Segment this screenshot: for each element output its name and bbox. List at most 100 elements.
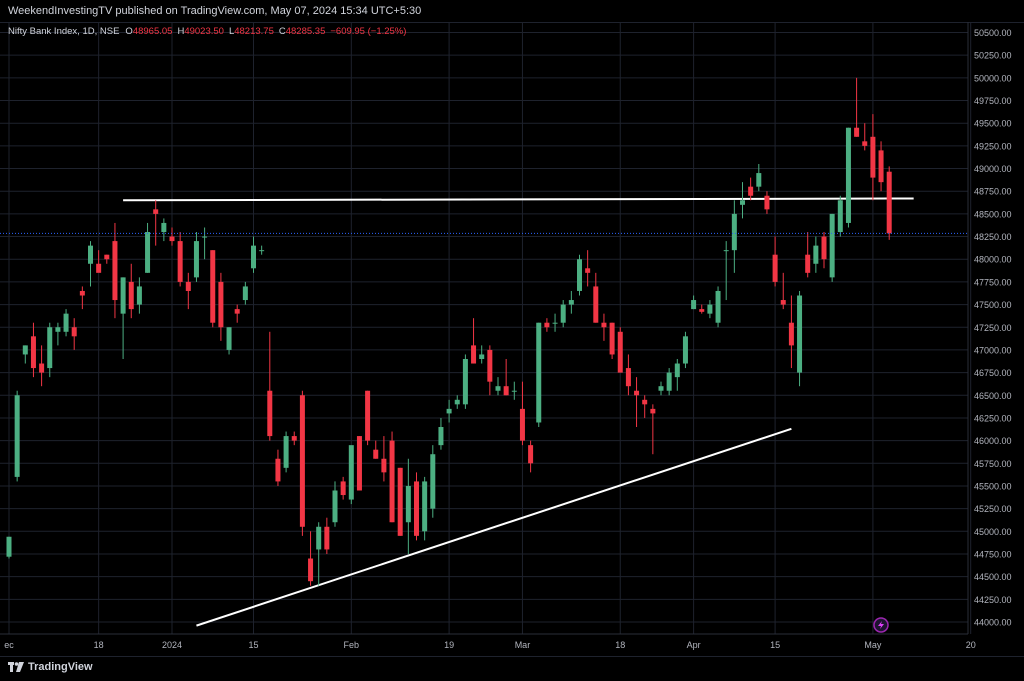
candle xyxy=(96,250,102,273)
candle-body xyxy=(511,390,517,392)
candle-body xyxy=(617,331,623,373)
candle xyxy=(577,254,582,296)
candle xyxy=(609,322,615,359)
candle-body xyxy=(731,213,737,251)
candle-body xyxy=(104,254,110,260)
candle xyxy=(780,272,786,310)
candle-body xyxy=(96,263,102,273)
candle-body xyxy=(585,268,591,273)
candle-body xyxy=(30,336,36,369)
trendlines[interactable] xyxy=(123,197,914,627)
y-tick-label: 44250.00 xyxy=(974,595,1012,605)
y-tick-label: 45250.00 xyxy=(974,504,1012,514)
candle-body xyxy=(373,449,379,459)
candle-body xyxy=(405,485,411,523)
candle-body xyxy=(536,322,542,423)
candle-body xyxy=(218,281,224,328)
candle xyxy=(870,114,876,201)
y-tick-label: 46500.00 xyxy=(974,391,1012,401)
price-axis[interactable]: 44000.00 44250.00 44500.00 44750.00 45000.00… xyxy=(967,22,1012,634)
candle-body xyxy=(161,222,167,233)
candle xyxy=(878,141,884,192)
candle xyxy=(519,381,525,446)
candle xyxy=(748,177,754,201)
candle-body xyxy=(438,427,444,446)
candle-body xyxy=(332,490,338,523)
candle xyxy=(283,431,289,473)
candle xyxy=(389,431,395,523)
candle xyxy=(39,345,45,387)
candle-body xyxy=(153,209,159,214)
candle xyxy=(511,381,517,400)
candle-body xyxy=(601,322,607,328)
candle xyxy=(682,331,688,369)
chart-grid xyxy=(0,22,972,634)
candle-body xyxy=(22,345,28,355)
candle xyxy=(202,227,208,260)
candle xyxy=(438,417,444,450)
candle-body xyxy=(275,458,281,482)
candle-body xyxy=(454,399,460,405)
candle-body xyxy=(193,241,199,278)
tradingview-logo[interactable]: TradingView xyxy=(8,661,93,673)
candle xyxy=(112,222,118,319)
candle-body xyxy=(650,408,656,414)
legend-close: 48285.35 xyxy=(286,26,326,37)
candle-body xyxy=(79,290,85,296)
candle-body xyxy=(658,386,664,391)
candle xyxy=(650,404,656,455)
candle xyxy=(104,254,110,264)
y-tick-label: 49000.00 xyxy=(974,164,1012,174)
candle xyxy=(585,250,591,287)
y-tick-label: 46000.00 xyxy=(974,436,1012,446)
legend-open-label: O xyxy=(125,26,132,37)
candle xyxy=(79,286,85,310)
candle-body xyxy=(878,150,884,183)
candle xyxy=(813,236,819,273)
candle xyxy=(218,272,224,341)
candle xyxy=(601,313,607,341)
candle xyxy=(275,449,281,486)
candle-body xyxy=(870,136,876,178)
y-tick-label: 48500.00 xyxy=(974,209,1012,219)
x-tick-label: ec xyxy=(4,640,14,650)
candle xyxy=(764,191,770,214)
candle xyxy=(242,281,248,305)
y-tick-label: 47500.00 xyxy=(974,300,1012,310)
time-axis[interactable]: ec 18 2024 15 Feb 19 Mar 18 Apr 15 May 20 xyxy=(0,633,976,650)
candle-body xyxy=(756,173,762,187)
y-tick-label: 45000.00 xyxy=(974,527,1012,537)
y-tick-label: 47250.00 xyxy=(974,323,1012,333)
trendline[interactable] xyxy=(123,197,914,202)
alert-icon[interactable] xyxy=(873,617,889,633)
candle xyxy=(193,232,199,282)
candle xyxy=(373,440,379,459)
y-tick-label: 49500.00 xyxy=(974,119,1012,129)
candle xyxy=(161,218,167,242)
legend-high: 49023.50 xyxy=(184,26,224,37)
candle xyxy=(699,304,705,314)
candle-body xyxy=(780,300,786,305)
candle xyxy=(356,436,362,491)
candle-body xyxy=(829,213,835,278)
legend-low: 48213.75 xyxy=(234,26,274,37)
candle-body xyxy=(316,526,322,550)
candle-body xyxy=(71,327,77,337)
legend-change: −609.95 (−1.25%) xyxy=(330,26,406,37)
y-tick-label: 50500.00 xyxy=(974,28,1012,38)
candle-body xyxy=(39,363,45,373)
candle-body xyxy=(63,313,69,332)
candle xyxy=(797,290,803,387)
y-tick-label: 47750.00 xyxy=(974,277,1012,287)
candle-body xyxy=(234,309,240,314)
candle-body xyxy=(805,254,811,273)
candle xyxy=(886,166,892,240)
candle xyxy=(22,345,28,364)
candle-body xyxy=(299,395,305,527)
candle-body xyxy=(797,295,803,373)
publish-bar: WeekendInvestingTV published on TradingV… xyxy=(0,0,1024,23)
price-chart[interactable]: 44000.00 44250.00 44500.00 44750.00 45000.00… xyxy=(0,22,1024,656)
candle-body xyxy=(886,171,892,234)
candle xyxy=(177,232,183,287)
candle xyxy=(625,354,631,396)
